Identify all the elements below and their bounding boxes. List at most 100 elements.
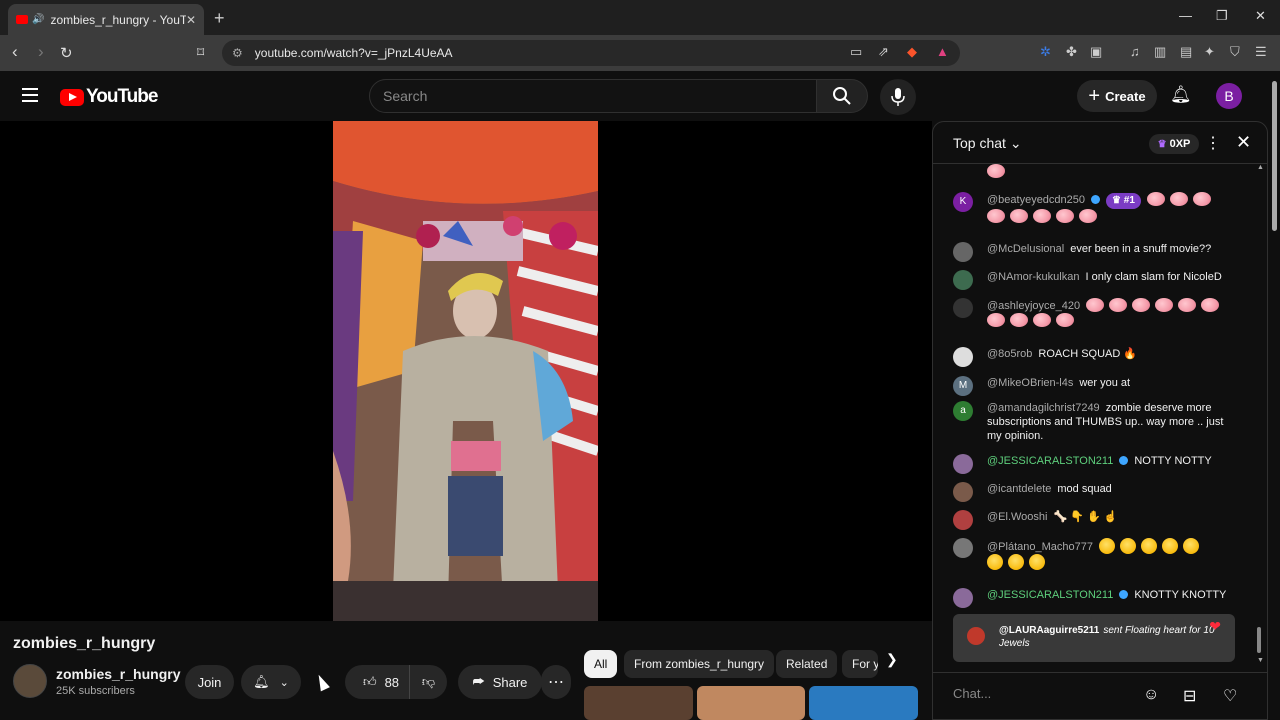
cast-icon[interactable]: ▭ xyxy=(850,44,862,60)
bookmark-icon[interactable]: ⌑ xyxy=(197,44,204,61)
more-vertical-icon[interactable]: ⋮ xyxy=(1205,133,1221,153)
chat-username[interactable]: @8o5rob xyxy=(987,348,1032,360)
page-scrollbar[interactable] xyxy=(1269,71,1280,720)
channel-name[interactable]: zombies_r_hungry xyxy=(56,666,180,682)
chip-all[interactable]: All xyxy=(584,650,618,678)
chat-username[interactable]: @McDelusional xyxy=(987,243,1064,255)
chat-username[interactable]: @ashleyjoyce_420 xyxy=(987,300,1080,312)
youtube-logo[interactable]: YouTube xyxy=(60,86,158,108)
video-frame-image xyxy=(333,121,598,621)
chat-input[interactable]: Chat... xyxy=(953,686,1153,701)
chat-message: @NAmor-kukulkan I only clam slam for Nico… xyxy=(953,270,1229,290)
scroll-up-icon[interactable]: ▲ xyxy=(1257,164,1264,171)
share-page-icon[interactable]: ⇗ xyxy=(878,44,889,60)
extension-icon[interactable]: ✲ xyxy=(1040,44,1051,60)
chat-message: @El.Wooshi 🦴 👇 ✋ ☝ xyxy=(953,510,1229,530)
chat-username[interactable]: @amandagilchrist7249 xyxy=(987,402,1100,414)
account-avatar[interactable]: B xyxy=(1216,83,1242,109)
subscription-bell-button[interactable]: 🔔︎ ⌄ xyxy=(241,665,301,699)
chip-for-you[interactable]: For y xyxy=(842,650,878,678)
page-scrollbar-thumb[interactable] xyxy=(1272,81,1277,231)
menu-icon[interactable] xyxy=(22,88,38,102)
forward-icon[interactable]: › xyxy=(38,42,44,62)
related-video-thumbnail[interactable] xyxy=(584,686,693,720)
chat-username[interactable]: @beatyeyedcdn250 xyxy=(987,194,1085,206)
site-info-icon[interactable]: ⚙ xyxy=(232,46,243,60)
back-icon[interactable]: ‹ xyxy=(12,42,18,62)
chat-avatar[interactable] xyxy=(967,627,985,645)
dislike-button[interactable]: 👎︎ xyxy=(409,665,447,699)
chat-avatar[interactable] xyxy=(953,538,973,558)
chevron-right-icon[interactable]: ❯ xyxy=(886,651,898,668)
gift-username[interactable]: @LAURAaguirre5211 xyxy=(999,625,1099,636)
voice-search-button[interactable] xyxy=(880,79,916,115)
brain-emoji-icon xyxy=(1201,298,1220,312)
like-button[interactable]: 👍︎ 88 xyxy=(345,665,417,699)
brain-emoji-icon xyxy=(1056,209,1074,223)
chat-avatar[interactable]: M xyxy=(953,376,973,396)
browser-menu-icon[interactable]: ☰ xyxy=(1255,44,1267,60)
join-label: Join xyxy=(197,674,222,690)
wallet-icon[interactable]: ▤ xyxy=(1180,44,1192,60)
share-button[interactable]: ⮫ Share xyxy=(458,665,542,699)
audio-playing-icon[interactable]: 🔊 xyxy=(32,14,44,25)
extensions-puzzle-icon[interactable]: ✤ xyxy=(1066,44,1077,60)
chat-avatar[interactable] xyxy=(953,270,973,290)
sidebar-icon[interactable]: ▥ xyxy=(1154,44,1166,60)
chat-username-moderator[interactable]: @JESSICARALSTON211 xyxy=(987,589,1113,601)
chat-message: @JESSICARALSTON211 NOTTY NOTTY xyxy=(953,454,1229,474)
maximize-icon[interactable]: ❐ xyxy=(1216,8,1228,24)
chat-avatar[interactable]: a xyxy=(953,401,973,421)
emoji-picker-icon[interactable]: ☺ xyxy=(1143,686,1159,704)
new-tab-icon[interactable]: + xyxy=(214,8,225,29)
related-video-thumbnail[interactable] xyxy=(809,686,918,720)
brave-shield-icon[interactable]: ◆ xyxy=(907,44,917,60)
chip-from-channel[interactable]: From zombies_r_hungry xyxy=(624,650,775,678)
brave-rewards-icon[interactable]: ▲ xyxy=(936,44,949,59)
chat-username[interactable]: @El.Wooshi xyxy=(987,511,1047,523)
related-video-thumbnail[interactable] xyxy=(697,686,805,720)
minimize-icon[interactable]: — xyxy=(1179,8,1192,23)
tab-close-icon[interactable]: ✕ xyxy=(186,13,196,27)
chat-username[interactable]: @NAmor-kukulkan xyxy=(987,271,1079,283)
more-horizontal-icon: ⋯ xyxy=(548,674,564,691)
brain-emoji-icon xyxy=(987,164,1005,178)
reload-icon[interactable]: ↻ xyxy=(60,44,73,62)
chat-username[interactable]: @Plátano_Macho777 xyxy=(987,541,1093,553)
super-chat-icon[interactable]: ⊟ xyxy=(1183,686,1196,706)
chat-avatar[interactable] xyxy=(953,242,973,262)
browser-tab[interactable]: 🔊 zombies_r_hungry - YouTube ✕ xyxy=(8,4,204,35)
search-button[interactable] xyxy=(816,79,868,113)
chat-avatar[interactable] xyxy=(953,454,973,474)
create-button[interactable]: + Create xyxy=(1077,80,1157,112)
chat-avatar[interactable] xyxy=(953,347,973,367)
xp-badge[interactable]: ♛ 0XP xyxy=(1149,134,1199,154)
chat-username[interactable]: @icantdelete xyxy=(987,483,1051,495)
chat-avatar[interactable] xyxy=(953,588,973,608)
chip-related[interactable]: Related xyxy=(776,650,838,678)
join-button[interactable]: Join xyxy=(185,665,234,699)
chat-avatar[interactable]: K xyxy=(953,192,973,212)
chat-username[interactable]: @MikeOBrien-l4s xyxy=(987,377,1073,389)
video-frame[interactable] xyxy=(333,121,598,621)
tab-search-icon[interactable]: ▣ xyxy=(1090,44,1102,60)
leo-ai-icon[interactable]: ✦ xyxy=(1204,44,1215,60)
chat-avatar[interactable] xyxy=(953,510,973,530)
channel-avatar[interactable] xyxy=(13,664,47,698)
chat-avatar[interactable] xyxy=(953,482,973,502)
chat-username-moderator[interactable]: @JESSICARALSTON211 xyxy=(987,455,1113,467)
more-actions-button[interactable]: ⋯ xyxy=(541,665,571,699)
search-input[interactable]: Search xyxy=(369,79,817,113)
chat-scrollbar[interactable] xyxy=(1257,627,1261,653)
brain-emoji-icon xyxy=(1010,209,1028,223)
notifications-bell-icon[interactable]: 🔔︎ xyxy=(1170,85,1192,105)
scroll-down-icon[interactable]: ▼ xyxy=(1257,657,1264,664)
top-chat-dropdown[interactable]: Top chat ⌄ xyxy=(953,135,1022,152)
media-icon[interactable]: ♫ xyxy=(1130,44,1140,59)
heart-outline-icon[interactable]: ♡ xyxy=(1223,686,1237,706)
vpn-icon[interactable]: ⛉ xyxy=(1230,44,1240,60)
chat-avatar[interactable] xyxy=(953,298,973,318)
window-close-icon[interactable]: ✕ xyxy=(1255,8,1266,24)
video-player[interactable] xyxy=(0,121,932,621)
close-chat-icon[interactable]: ✕ xyxy=(1236,132,1251,153)
